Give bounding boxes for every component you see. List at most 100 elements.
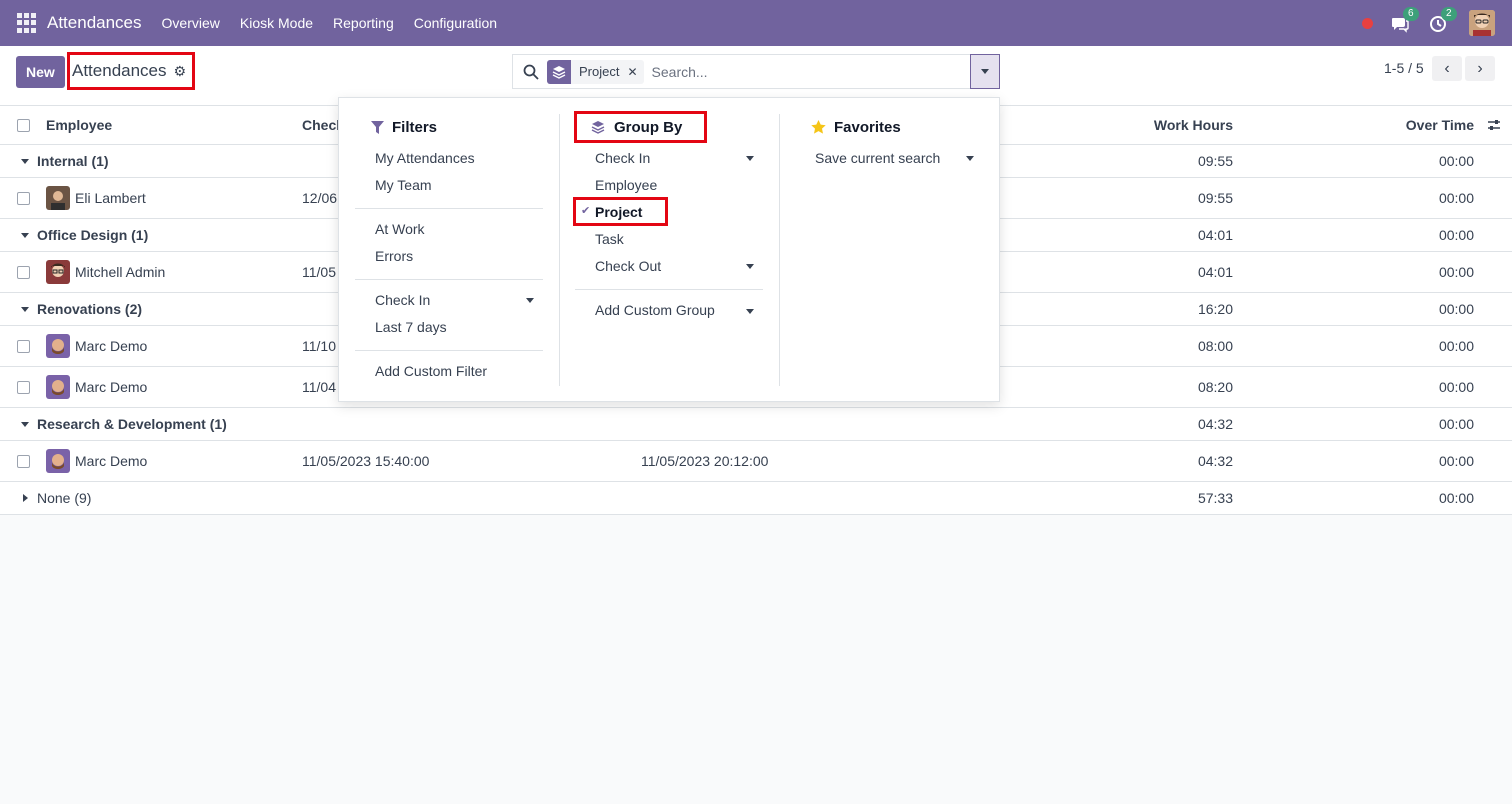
favorites-section: Favorites <box>811 114 901 140</box>
add-custom-filter[interactable]: Add Custom Filter <box>375 363 487 379</box>
filter-at-work[interactable]: At Work <box>375 221 425 237</box>
filters-section: Filters <box>371 114 437 140</box>
favorites-title: Favorites <box>834 118 901 136</box>
menu-overview[interactable]: Overview <box>152 15 230 31</box>
row-checkbox[interactable] <box>17 380 30 394</box>
filter-errors[interactable]: Errors <box>375 248 413 264</box>
divider <box>355 350 543 351</box>
groupby-check-out[interactable]: Check Out <box>595 258 661 274</box>
work-hours-value: 04:01 <box>1197 264 1233 280</box>
group-row[interactable]: Research & Development (1) 04:32 00:00 <box>0 408 1512 441</box>
caret-down-icon[interactable] <box>746 156 754 161</box>
filter-check-in[interactable]: Check In <box>375 292 430 308</box>
employee-name: Eli Lambert <box>75 190 146 206</box>
filter-icon <box>371 120 384 134</box>
caret-down-icon <box>21 421 29 427</box>
select-all-checkbox[interactable] <box>17 118 30 132</box>
caret-down-icon <box>21 306 29 312</box>
check-in-value: 11/05/2023 15:40:00 <box>302 453 430 469</box>
employee-avatar <box>46 186 70 210</box>
search-options-dropdown: Filters My Attendances My Team At Work E… <box>338 97 1000 402</box>
menu-configuration[interactable]: Configuration <box>404 15 507 31</box>
check-in-value: 11/04 <box>302 379 336 395</box>
add-custom-group[interactable]: Add Custom Group <box>595 302 715 318</box>
over-time-value: 00:00 <box>1438 453 1474 469</box>
highlight-title-box: Attendances ⚙ <box>67 52 195 90</box>
pager-previous-button[interactable]: ‹ <box>1432 56 1462 81</box>
gear-icon[interactable]: ⚙ <box>174 63 187 80</box>
optional-columns-icon[interactable] <box>1487 106 1501 144</box>
check-out-value: 11/05/2023 20:12:00 <box>641 453 769 469</box>
pager-value[interactable]: 1-5 / 5 <box>1384 60 1424 76</box>
messages-button[interactable]: 6 <box>1391 7 1419 34</box>
row-checkbox[interactable] <box>17 265 30 279</box>
column-separator <box>779 114 780 386</box>
groupby-project[interactable]: Project <box>595 204 642 220</box>
layers-icon <box>547 59 571 84</box>
column-employee[interactable]: Employee <box>46 106 112 144</box>
check-in-value: 11/10 <box>302 338 336 354</box>
caret-down-icon[interactable] <box>746 264 754 269</box>
search-bar: Project ✕ <box>512 54 1000 89</box>
caret-down-icon[interactable] <box>966 156 974 161</box>
row-checkbox[interactable] <box>17 339 30 353</box>
employee-avatar <box>46 260 70 284</box>
group-label: None (9) <box>37 490 92 506</box>
caret-down-icon[interactable] <box>526 298 534 303</box>
facet-label: Project <box>579 64 620 79</box>
employee-avatar <box>46 375 70 399</box>
groupby-employee[interactable]: Employee <box>595 177 657 193</box>
group-label: Internal (1) <box>37 153 109 169</box>
employee-avatar <box>46 334 70 358</box>
employee-avatar <box>46 449 70 473</box>
divider <box>355 208 543 209</box>
over-time-value: 00:00 <box>1438 338 1474 354</box>
group-row[interactable]: None (9) 57:33 00:00 <box>0 482 1512 515</box>
app-title[interactable]: Attendances <box>47 13 142 33</box>
filters-title: Filters <box>392 118 438 136</box>
groupby-check-in[interactable]: Check In <box>595 150 650 166</box>
work-hours-value: 08:20 <box>1197 379 1233 395</box>
filter-my-team[interactable]: My Team <box>375 177 432 193</box>
search-facet[interactable]: Project ✕ <box>547 59 644 84</box>
table-row[interactable]: Marc Demo 11/05/2023 15:40:00 11/05/2023… <box>0 441 1512 482</box>
search-options-toggle[interactable] <box>970 54 1000 89</box>
menu-reporting[interactable]: Reporting <box>323 15 404 31</box>
row-checkbox[interactable] <box>17 191 30 205</box>
new-button[interactable]: New <box>16 56 65 88</box>
menu-kiosk-mode[interactable]: Kiosk Mode <box>230 15 323 31</box>
save-current-search[interactable]: Save current search <box>815 150 940 166</box>
group-over-time: 00:00 <box>1438 490 1474 506</box>
top-navbar: Attendances Overview Kiosk Mode Reportin… <box>0 0 1512 46</box>
group-work-hours: 57:33 <box>1197 490 1233 506</box>
work-hours-value: 08:00 <box>1197 338 1233 354</box>
record-indicator-icon[interactable] <box>1362 17 1373 29</box>
apps-grid-icon[interactable] <box>17 13 37 33</box>
over-time-value: 00:00 <box>1438 190 1474 206</box>
column-separator <box>559 114 560 386</box>
row-checkbox[interactable] <box>17 454 30 468</box>
group-work-hours: 09:55 <box>1197 153 1233 169</box>
search-icon[interactable] <box>523 64 539 80</box>
column-work-hours[interactable]: Work Hours <box>1100 106 1233 144</box>
group-label: Office Design (1) <box>37 227 149 243</box>
over-time-value: 00:00 <box>1438 379 1474 395</box>
breadcrumb-title[interactable]: Attendances <box>72 61 167 81</box>
group-over-time: 00:00 <box>1438 227 1474 243</box>
activities-button[interactable]: 2 <box>1429 7 1457 34</box>
group-over-time: 00:00 <box>1438 301 1474 317</box>
filter-my-attendances[interactable]: My Attendances <box>375 150 475 166</box>
pager-next-button[interactable]: › <box>1465 56 1495 81</box>
user-avatar[interactable] <box>1469 10 1495 36</box>
divider <box>575 289 763 290</box>
search-input[interactable] <box>651 63 952 80</box>
caret-right-icon <box>23 494 28 502</box>
caret-down-icon[interactable] <box>746 309 754 314</box>
divider <box>355 279 543 280</box>
caret-down-icon <box>981 69 989 74</box>
filter-last-7-days[interactable]: Last 7 days <box>375 319 447 335</box>
groupby-task[interactable]: Task <box>595 231 624 247</box>
check-icon: ✔ <box>581 205 591 217</box>
facet-remove-icon[interactable]: ✕ <box>627 65 643 79</box>
column-over-time[interactable]: Over Time <box>1340 106 1474 144</box>
